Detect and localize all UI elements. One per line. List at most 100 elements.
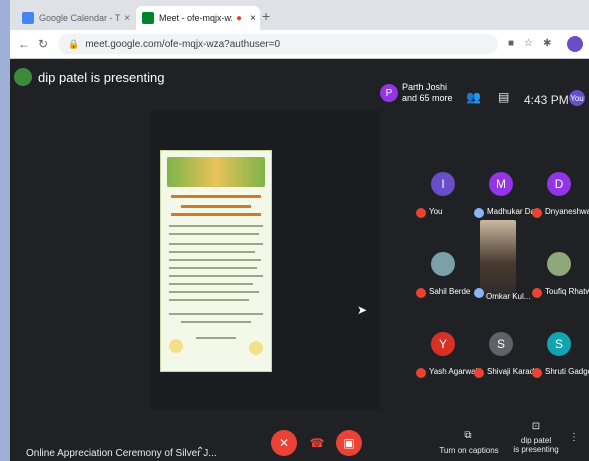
participant-avatar: Y [431,332,455,356]
meeting-title: Online Appreciation Ceremony of Silver J… [26,448,217,459]
presenter-button[interactable]: dip patel is presenting [506,436,566,454]
participant-tile[interactable]: M Madhukar Da... [472,150,542,224]
extension-icons: ■ ☆ ✱ [508,38,551,49]
participant-avatar: S [547,332,571,356]
screen: Google Calendar - Thursday, Ja... × Meet… [10,0,589,461]
extension-icon[interactable]: ✱ [543,38,551,49]
participant-summary[interactable]: Parth Joshi and 65 more [402,82,453,104]
calendar-favicon-icon [22,12,34,24]
participant-name: You [429,207,443,216]
tab-title: Google Calendar - Thursday, Ja... [39,13,120,23]
star-icon[interactable]: ☆ [524,38,533,49]
browser-tab-bar: Google Calendar - Thursday, Ja... × Meet… [10,0,589,30]
document-text-line [169,267,257,269]
participant-tile[interactable]: Y Yash Agarwal [414,310,477,384]
participant-avatar: D [547,172,571,196]
mic-toggle-button[interactable]: ✕ [271,430,297,456]
meet-logo-icon [14,68,32,86]
camera-off-icon: ▣ [343,436,355,450]
presenter-name: dip patel [520,436,552,445]
recording-dot-icon: ● [235,12,243,24]
participant-tile[interactable]: S Shruti Gadge [530,310,589,384]
participant-more: and 65 more [402,93,453,103]
mic-off-icon [532,368,542,378]
document-text-line [169,259,261,261]
tab-meet[interactable]: Meet - ofe-mqjx-wza ● × [136,6,260,30]
url-text: meet.google.com/ofe-mqjx-wza?authuser=0 [85,38,281,50]
document-text-line [169,291,259,293]
flower-decoration-icon [249,341,263,355]
new-tab-button[interactable]: + [262,8,270,24]
presenting-title: dip patel is presenting [38,70,165,85]
mic-off-icon [532,288,542,298]
participant-tile[interactable]: I You [414,150,472,224]
self-label: You [570,93,584,103]
tab-google-calendar[interactable]: Google Calendar - Thursday, Ja... × [16,6,134,30]
participant-name: Toufiq Rhatw... [545,287,589,296]
participant-name: Shruti Gadge [545,367,589,376]
participant-video [480,220,516,298]
participant-name: Sahil Berde [429,287,471,296]
mic-off-icon [416,208,426,218]
participant-tile[interactable]: Toufiq Rhatw... [530,230,589,304]
mic-off-icon [416,288,426,298]
mic-off-icon [416,368,426,378]
address-bar-row: ← ↻ 🔒 meet.google.com/ofe-mqjx-wza?authu… [10,30,589,59]
document-text-line [169,243,263,245]
speaking-indicator-icon [474,288,484,298]
participant-tile[interactable]: Omkar Kul... [472,220,531,304]
participant-grid: I You M Madhukar Da... D Dnyaneshwar Sah… [414,150,589,380]
present-icon: ⊡ [531,421,541,432]
hang-up-icon: ☎ [309,436,325,450]
lock-icon: 🔒 [68,38,80,49]
document-text-line [169,251,255,253]
participant-avatar: P [380,84,398,102]
close-icon[interactable]: × [246,13,260,24]
more-options-icon[interactable]: ⋮ [568,432,580,443]
captions-button[interactable]: Turn on captions [434,446,504,455]
mic-off-icon [532,208,542,218]
captions-icon: ⧉ [464,430,472,441]
chevron-up-icon[interactable]: ⌃ [196,446,204,457]
participant-avatar: S [489,332,513,356]
camera-toggle-button[interactable]: ▣ [336,430,362,456]
document-heading [181,205,251,208]
document-text-line [169,233,259,235]
clock: 4:43 PM [524,93,569,107]
document-text-line [169,313,263,315]
participant-photo-avatar [547,252,571,276]
participant-tile[interactable]: D Dnyaneshwar [530,150,589,224]
presented-document [160,150,272,372]
participant-tile[interactable]: Sahil Berde [414,230,472,304]
address-bar[interactable]: 🔒 meet.google.com/ofe-mqjx-wza?authuser=… [58,34,498,54]
mic-off-icon: ✕ [278,436,290,450]
participant-name: Omkar Kul... [486,292,531,301]
document-text-line [196,337,236,339]
meet-favicon-icon [142,12,154,24]
document-heading [171,213,261,216]
presenter-status: is presenting [513,445,559,454]
chat-icon[interactable]: ▤ [498,90,509,104]
participant-tile[interactable]: S Shivaji Karad [472,310,534,384]
leave-call-button[interactable]: ☎ [304,430,330,456]
mic-off-icon [474,368,484,378]
document-text-line [169,299,249,301]
participant-name: Parth Joshi [402,82,448,92]
participant-name: Dnyaneshwar [545,207,589,216]
flower-decoration-icon [169,339,183,353]
tab-title: Meet - ofe-mqjx-wza [159,13,232,23]
participant-photo-avatar [431,252,455,276]
profile-avatar[interactable] [567,36,583,52]
close-icon[interactable]: × [120,13,134,24]
document-text-line [169,225,263,227]
document-text-line [169,275,263,277]
reload-icon[interactable]: ↻ [38,37,48,51]
back-icon[interactable]: ← [18,37,30,51]
document-text-line [181,321,251,323]
document-heading [171,195,261,198]
participant-name: Shivaji Karad [487,367,535,376]
speaking-indicator-icon [474,208,484,218]
camera-icon[interactable]: ■ [508,38,514,49]
document-banner-image [167,157,265,187]
people-icon[interactable]: 👥 [466,90,481,104]
